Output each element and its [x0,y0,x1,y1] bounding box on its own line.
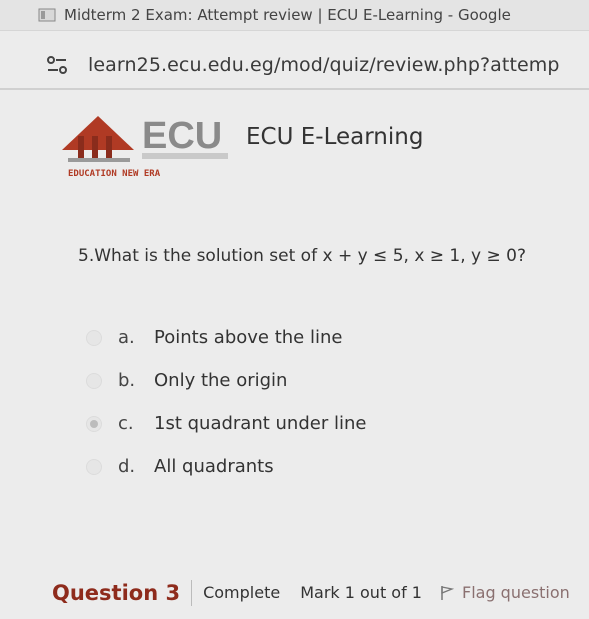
question-state: Complete [203,583,281,602]
divider [191,579,193,606]
question-mark: Mark 1 out of 1 [300,583,422,602]
answer-option-c[interactable]: c. 1st quadrant under line [86,402,366,445]
answer-text: 1st quadrant under line [154,413,367,434]
site-name[interactable]: ECU E-Learning [246,124,423,150]
url-text[interactable]: learn25.ecu.edu.eg/mod/quiz/review.php?a… [88,54,560,76]
answer-text: All quadrants [154,456,274,477]
ecu-logo[interactable]: ECU EDUCATION NEW ERA [60,106,232,179]
flag-icon[interactable] [440,585,454,601]
answer-letter: d. [118,456,136,477]
flag-question-button[interactable]: Flag question [440,583,570,602]
answer-letter: a. [118,327,135,348]
page-icon [38,8,56,22]
logo-wordmark: ECU [142,115,222,157]
answer-text: Only the origin [154,370,288,391]
radio-button[interactable] [86,372,102,389]
answer-list: a. Points above the line b. Only the ori… [86,316,366,488]
answer-option-b[interactable]: b. Only the origin [86,359,366,402]
radio-button-selected[interactable] [86,415,102,432]
answer-option-d[interactable]: d. All quadrants [86,445,366,488]
answer-option-a[interactable]: a. Points above the line [86,316,366,359]
question-number: Question 3 [52,580,181,605]
browser-title-bar: Midterm 2 Exam: Attempt review | ECU E-L… [0,0,589,31]
window-title: Midterm 2 Exam: Attempt review | ECU E-L… [64,6,511,24]
question-info-bar: Question 3 Complete Mark 1 out of 1 Flag… [0,566,589,619]
radio-button[interactable] [86,329,102,346]
answer-text: Points above the line [154,327,343,348]
site-settings-icon[interactable] [46,55,68,75]
question-text: 5.What is the solution set of x + y ≤ 5,… [78,246,527,266]
radio-button[interactable] [86,458,102,475]
flag-question-label[interactable]: Flag question [462,583,570,602]
answer-letter: b. [118,370,136,391]
answer-letter: c. [118,413,134,434]
logo-tagline: EDUCATION NEW ERA [68,169,161,178]
site-header: ECU EDUCATION NEW ERA ECU E-Learning [0,92,589,197]
address-bar[interactable]: learn25.ecu.edu.eg/mod/quiz/review.php?a… [0,42,589,90]
